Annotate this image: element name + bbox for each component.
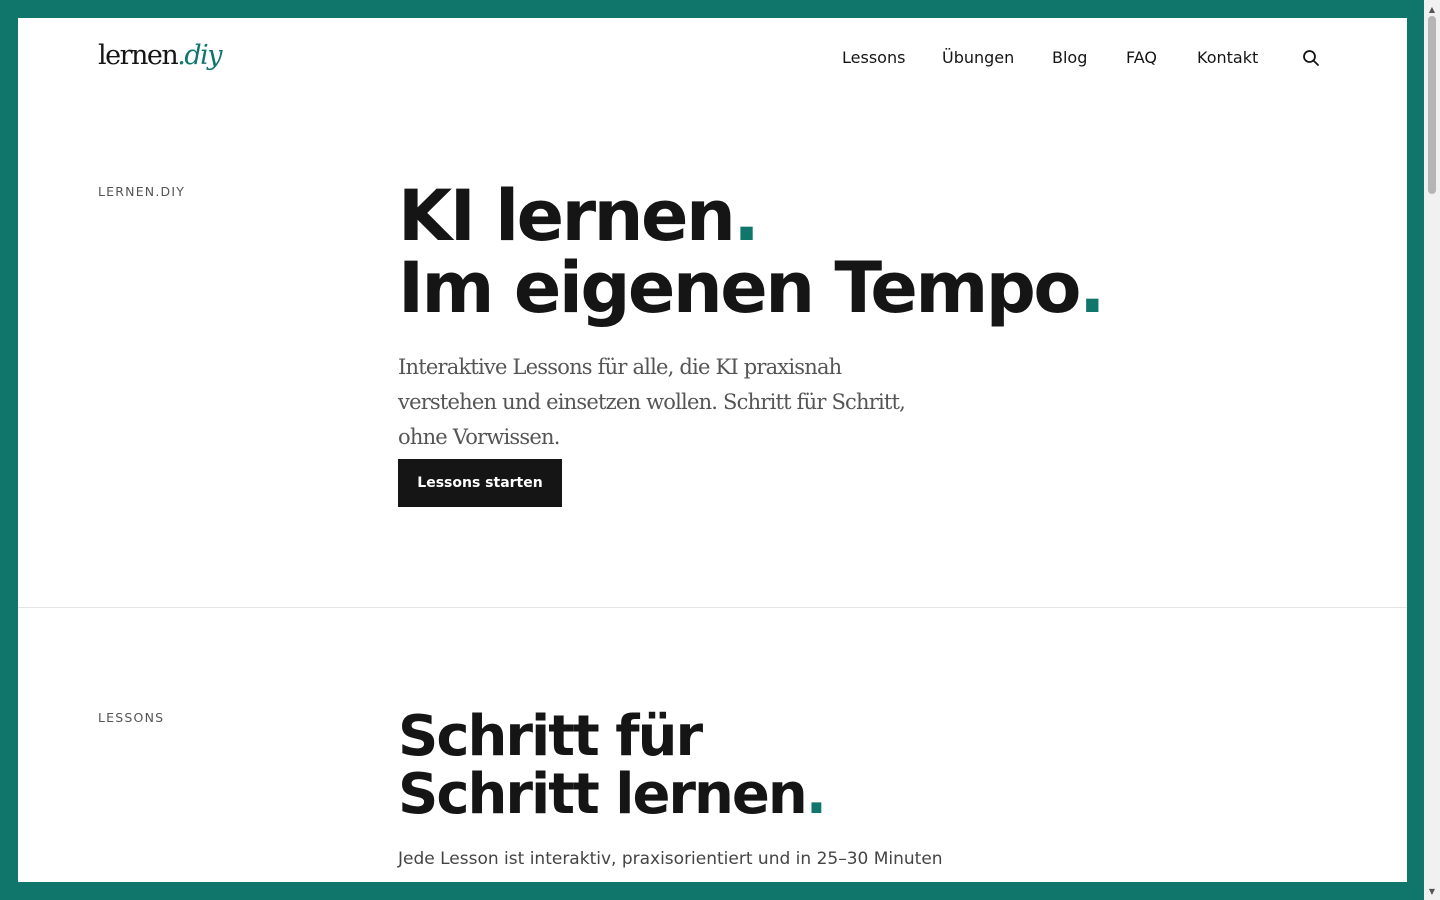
scrollbar[interactable]: ▲ ▼ — [1424, 0, 1440, 900]
lessons-section-subtitle: Jede Lesson ist interaktiv, praxisorient… — [398, 849, 943, 869]
nav-item-lessons[interactable]: Lessons — [842, 48, 942, 67]
lessons-start-button[interactable]: Lessons starten — [398, 459, 562, 507]
hero-subtitle: Interaktive Lessons für alle, die KI pra… — [398, 355, 906, 449]
lessons-title-line2: Schritt lernen — [398, 762, 808, 827]
section-divider — [18, 607, 1407, 608]
hero-section-label: LERNEN.DIY — [98, 184, 186, 199]
search-icon[interactable] — [1302, 49, 1320, 67]
lessons-section-title: Schritt für Schritt lernen. — [398, 708, 827, 827]
logo[interactable]: lernen.diy — [98, 40, 223, 71]
hero-title: KI lernen. Im eigenen Tempo. — [398, 180, 1106, 324]
nav-item-kontakt[interactable]: Kontakt — [1197, 48, 1307, 67]
hero-title-line1: KI lernen — [398, 175, 736, 257]
nav-item-faq[interactable]: FAQ — [1126, 48, 1197, 67]
hero-title-dot2: . — [1079, 247, 1106, 329]
scrollbar-thumb[interactable] — [1428, 16, 1436, 194]
lessons-section-label: LESSONS — [98, 710, 165, 725]
hero-title-dot1: . — [733, 175, 760, 257]
nav-item-uebungen[interactable]: Übungen — [942, 48, 1052, 67]
hero-title-line2: Im eigenen Tempo — [398, 247, 1082, 329]
scroll-down-arrow-icon[interactable]: ▼ — [1424, 884, 1440, 898]
lessons-title-dot: . — [805, 762, 827, 827]
scroll-up-arrow-icon[interactable]: ▲ — [1424, 2, 1440, 16]
page: lernen.diy Lessons Übungen Blog FAQ Kont… — [18, 18, 1407, 882]
logo-main: lernen — [98, 40, 179, 71]
nav-item-blog[interactable]: Blog — [1052, 48, 1126, 67]
lessons-title-line1: Schritt für — [398, 704, 703, 769]
logo-accent: .diy — [177, 40, 222, 71]
main-nav: Lessons Übungen Blog FAQ Kontakt — [842, 48, 1307, 67]
